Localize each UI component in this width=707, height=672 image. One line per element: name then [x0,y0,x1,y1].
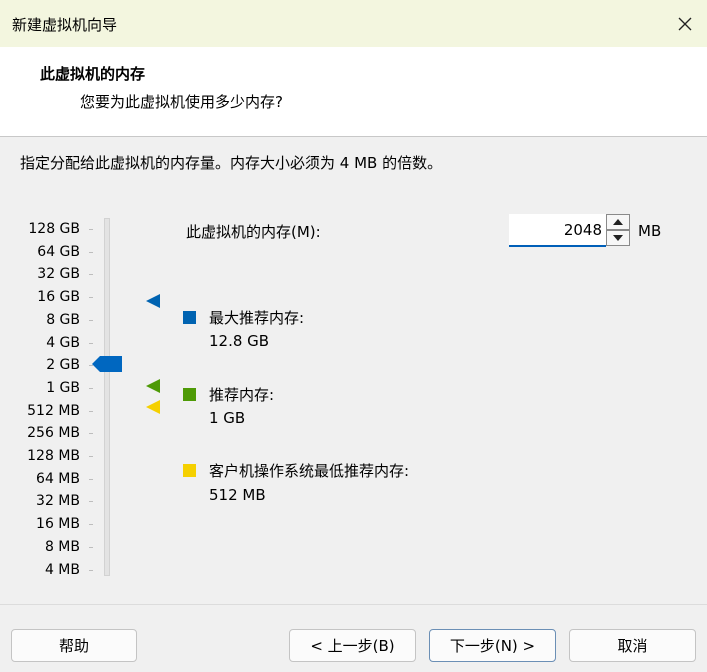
cancel-button[interactable]: 取消 [569,629,696,662]
memory-scale-tick [89,251,93,253]
memory-scale-tick [89,387,93,389]
memory-scale-tick [89,501,93,503]
close-button[interactable] [663,0,707,47]
recommended-marker-icon [146,379,160,393]
recommended-square-icon [183,388,196,401]
page-subtitle: 您要为此虚拟机使用多少内存? [80,93,283,111]
memory-scale-tick [89,319,93,321]
recommended-label: 推荐内存: [209,386,275,404]
memory-scale-tick [89,274,93,276]
max-recommended-square-icon [183,311,196,324]
instruction-text: 指定分配给此虚拟机的内存量。内存大小必须为 4 MB 的倍数。 [20,154,443,172]
memory-scale-tick [89,410,93,412]
back-button[interactable]: < 上一步(B) [289,629,416,662]
max-recommended-marker-icon [146,294,160,308]
max-recommended-label: 最大推荐内存: [209,309,305,327]
memory-scale-label: 16 MB [36,516,80,533]
memory-scale-tick [89,546,93,548]
guest-minimum-marker-icon [146,400,160,414]
memory-scale-tick [89,433,93,435]
guest-minimum-label: 客户机操作系统最低推荐内存: [209,462,410,480]
spin-down-icon [613,235,623,241]
memory-scale-label: 2 GB [46,357,80,374]
memory-scale-label: 64 GB [37,243,80,260]
guest-minimum-square-icon [183,464,196,477]
memory-scale-tick [89,229,93,230]
guest-minimum-value: 512 MB [209,486,266,504]
next-button[interactable]: 下一步(N) > [429,629,556,662]
memory-scale-tick [89,297,93,299]
memory-scale-label: 128 GB [28,221,80,237]
memory-scale-label: 8 MB [44,538,80,555]
memory-scale-label: 16 GB [37,289,80,306]
memory-increment-button[interactable] [606,214,630,230]
spin-up-icon [613,219,623,225]
memory-input[interactable] [509,214,606,247]
memory-scale-tick [89,569,93,571]
memory-scale-label: 1 GB [46,379,80,396]
page-title: 此虚拟机的内存 [40,65,146,83]
memory-scale-tick [89,478,93,480]
memory-slider-track[interactable] [104,218,110,576]
close-icon [678,17,692,30]
max-recommended-value: 12.8 GB [209,332,270,350]
header-panel: 此虚拟机的内存 您要为此虚拟机使用多少内存? [0,47,707,137]
memory-slider-thumb[interactable] [92,356,122,372]
memory-unit: MB [638,222,662,240]
memory-scale-label: 64 MB [36,470,80,487]
memory-label: 此虚拟机的内存(M): [186,223,321,241]
title-bar: 新建虚拟机向导 [0,0,707,47]
help-button[interactable]: 帮助 [11,629,137,662]
memory-scale-tick [89,524,93,526]
memory-scale-label: 4 MB [44,561,80,578]
memory-scale-tick [89,456,93,457]
memory-scale-label: 128 MB [27,448,80,464]
window-title: 新建虚拟机向导 [12,16,118,34]
memory-scale-label: 512 MB [27,402,80,419]
memory-scale-label: 32 MB [36,493,80,510]
memory-scale-label: 32 GB [37,266,80,283]
memory-scale-tick [89,342,93,344]
memory-scale-label: 4 GB [46,334,80,351]
recommended-value: 1 GB [209,409,246,427]
memory-decrement-button[interactable] [606,230,630,246]
memory-scale-label: 8 GB [46,311,80,328]
memory-scale-label: 256 MB [27,425,80,442]
